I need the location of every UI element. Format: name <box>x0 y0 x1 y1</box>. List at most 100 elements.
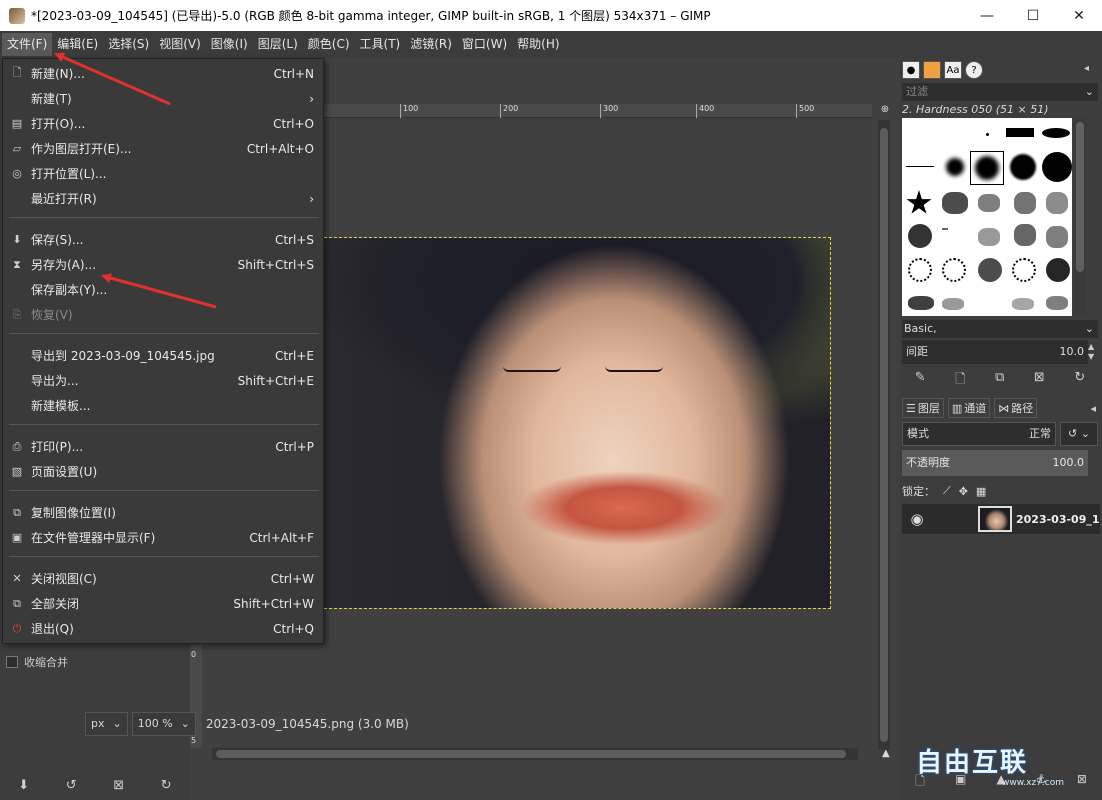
lock-pixels-icon[interactable]: ⟋ <box>943 484 951 498</box>
tab-paths[interactable]: ⋈ 路径 <box>994 398 1038 418</box>
reset-icon[interactable]: ↻ <box>161 778 172 793</box>
brush-preset-select[interactable]: Basic, ⌄ <box>902 320 1098 338</box>
menu-windows[interactable]: 窗口(W) <box>457 33 512 56</box>
menu-item-open[interactable]: ▤ 打开(O)... Ctrl+O <box>3 111 323 136</box>
merge-option[interactable]: 收缩合并 <box>6 654 68 670</box>
menu-item-close-view[interactable]: ✕ 关闭视图(C) Ctrl+W <box>3 566 323 591</box>
brush-thumb[interactable] <box>1006 128 1034 137</box>
dock-menu-icon[interactable]: ◂ <box>1090 402 1096 415</box>
brush-thumb[interactable] <box>908 258 932 282</box>
layer-name[interactable]: 2023-03-09_1 <box>1016 513 1100 526</box>
edit-brush-icon[interactable]: ✎ <box>915 370 926 390</box>
brush-thumb[interactable] <box>1042 128 1070 138</box>
menu-select[interactable]: 选择(S) <box>103 33 154 56</box>
brush-scrollbar[interactable] <box>1074 118 1086 316</box>
brush-filter-input[interactable]: 过滤 ⌄ <box>902 83 1098 101</box>
zoom-image-icon[interactable]: ⊕ <box>878 104 892 118</box>
composite-mode-select[interactable]: ↺ ⌄ <box>1060 422 1098 446</box>
brush-thumb[interactable] <box>986 133 989 136</box>
menu-item-close-all[interactable]: ⧉ 全部关闭 Shift+Ctrl+W <box>3 591 323 616</box>
brush-thumb[interactable] <box>1046 296 1068 310</box>
menu-filters[interactable]: 滤镜(R) <box>405 33 457 56</box>
brush-thumb[interactable] <box>975 156 999 180</box>
brush-thumb[interactable] <box>978 194 1000 212</box>
menu-item-save-copy[interactable]: 保存副本(Y)... <box>3 277 323 302</box>
brush-thumb[interactable] <box>942 298 964 310</box>
tab-layers[interactable]: ☰ 图层 <box>902 398 944 418</box>
brush-thumb[interactable] <box>946 158 964 176</box>
menu-colors[interactable]: 颜色(C) <box>303 33 355 56</box>
menu-view[interactable]: 视图(V) <box>154 33 206 56</box>
brush-thumb[interactable] <box>906 166 934 167</box>
canvas-image[interactable] <box>314 237 831 609</box>
vertical-scrollbar[interactable] <box>878 120 890 750</box>
menu-edit[interactable]: 编辑(E) <box>52 33 103 56</box>
scroll-thumb[interactable] <box>1076 122 1084 272</box>
brush-thumb[interactable] <box>1012 298 1034 310</box>
lock-alpha-icon[interactable]: ▦ <box>976 485 986 498</box>
menu-item-print[interactable]: ⎙ 打印(P)... Ctrl+P <box>3 434 323 459</box>
merge-checkbox[interactable] <box>6 656 18 668</box>
brushes-tab-icon[interactable]: ● <box>902 61 920 79</box>
menu-item-create-template[interactable]: 新建模板... <box>3 393 323 418</box>
save-tool-preset-icon[interactable]: ⬇ <box>18 778 29 793</box>
brush-thumb[interactable] <box>1010 154 1036 180</box>
brush-grid[interactable] <box>902 118 1072 316</box>
fonts-tab-icon[interactable]: Aa <box>944 61 962 79</box>
layer-item[interactable]: ◉ 2023-03-09_1 <box>902 504 1100 534</box>
close-button[interactable]: ✕ <box>1056 0 1102 31</box>
chevron-down-icon[interactable]: ⌄ <box>1085 83 1094 101</box>
brush-thumb[interactable] <box>942 228 948 230</box>
menu-item-new-submenu[interactable]: 新建(T) › <box>3 86 323 111</box>
brush-thumb[interactable] <box>1012 258 1036 282</box>
visibility-eye-icon[interactable]: ◉ <box>902 510 932 528</box>
opacity-slider[interactable]: 不透明度 100.0 <box>902 450 1088 476</box>
brush-thumb[interactable] <box>942 192 968 214</box>
brush-thumb[interactable] <box>1014 192 1036 214</box>
dock-menu-icon[interactable]: ◂ <box>1084 63 1096 75</box>
brush-thumb[interactable] <box>978 228 1000 246</box>
spacing-slider[interactable]: 间距 10.0 <box>902 340 1088 364</box>
menu-item-page-setup[interactable]: ▧ 页面设置(U) <box>3 459 323 484</box>
refresh-brushes-icon[interactable]: ↻ <box>1074 370 1085 390</box>
delete-icon[interactable]: ⊠ <box>113 778 124 793</box>
menu-item-open-as-layers[interactable]: ▱ 作为图层打开(E)... Ctrl+Alt+O <box>3 136 323 161</box>
brush-thumb[interactable] <box>978 258 1002 282</box>
menu-item-open-location[interactable]: ◎ 打开位置(L)... <box>3 161 323 186</box>
brush-thumb[interactable] <box>1046 192 1068 214</box>
unit-selector[interactable]: px ⌄ <box>85 712 128 736</box>
lock-position-icon[interactable]: ✥ <box>959 485 968 498</box>
menu-help[interactable]: 帮助(H) <box>512 33 564 56</box>
minimize-button[interactable]: — <box>964 0 1010 31</box>
menu-image[interactable]: 图像(I) <box>206 33 253 56</box>
new-brush-icon[interactable]: 🗋 <box>955 370 965 390</box>
menu-item-new[interactable]: 🗋 新建(N)... Ctrl+N <box>3 61 323 86</box>
horizontal-scrollbar[interactable] <box>212 748 858 760</box>
zoom-selector[interactable]: 100 % ⌄ <box>131 712 196 736</box>
layer-mode-select[interactable]: 模式 正常 <box>902 422 1056 446</box>
menu-item-quit[interactable]: ⏻ 退出(Q) Ctrl+Q <box>3 616 323 641</box>
help-tab-icon[interactable]: ? <box>965 61 983 79</box>
navigate-icon[interactable]: ▲ <box>882 748 892 759</box>
brush-thumb[interactable] <box>908 224 932 248</box>
scroll-thumb[interactable] <box>216 750 846 758</box>
menu-item-save[interactable]: ⬇ 保存(S)... Ctrl+S <box>3 227 323 252</box>
menu-layer[interactable]: 图层(L) <box>253 33 303 56</box>
maximize-button[interactable]: ☐ <box>1010 0 1056 31</box>
brush-thumb[interactable] <box>942 258 966 282</box>
menu-item-export-as[interactable]: 导出为... Shift+Ctrl+E <box>3 368 323 393</box>
tab-channels[interactable]: ▥ 通道 <box>947 398 991 418</box>
delete-brush-icon[interactable]: ⊠ <box>1034 370 1045 390</box>
menu-item-export-to[interactable]: 导出到 2023-03-09_104545.jpg Ctrl+E <box>3 343 323 368</box>
brush-thumb[interactable] <box>1042 152 1072 182</box>
menu-item-show-in-file-manager[interactable]: ▣ 在文件管理器中显示(F) Ctrl+Alt+F <box>3 525 323 550</box>
brush-thumb[interactable] <box>1014 224 1036 246</box>
restore-icon[interactable]: ↺ <box>66 778 77 793</box>
delete-layer-icon[interactable]: ⊠ <box>1077 772 1087 794</box>
brush-thumb[interactable] <box>1046 258 1070 282</box>
scroll-thumb[interactable] <box>880 128 888 742</box>
menu-item-save-as[interactable]: ⧗ 另存为(A)... Shift+Ctrl+S <box>3 252 323 277</box>
patterns-tab-icon[interactable] <box>923 61 941 79</box>
menu-tools[interactable]: 工具(T) <box>355 33 406 56</box>
menu-item-open-recent[interactable]: 最近打开(R) › <box>3 186 323 211</box>
